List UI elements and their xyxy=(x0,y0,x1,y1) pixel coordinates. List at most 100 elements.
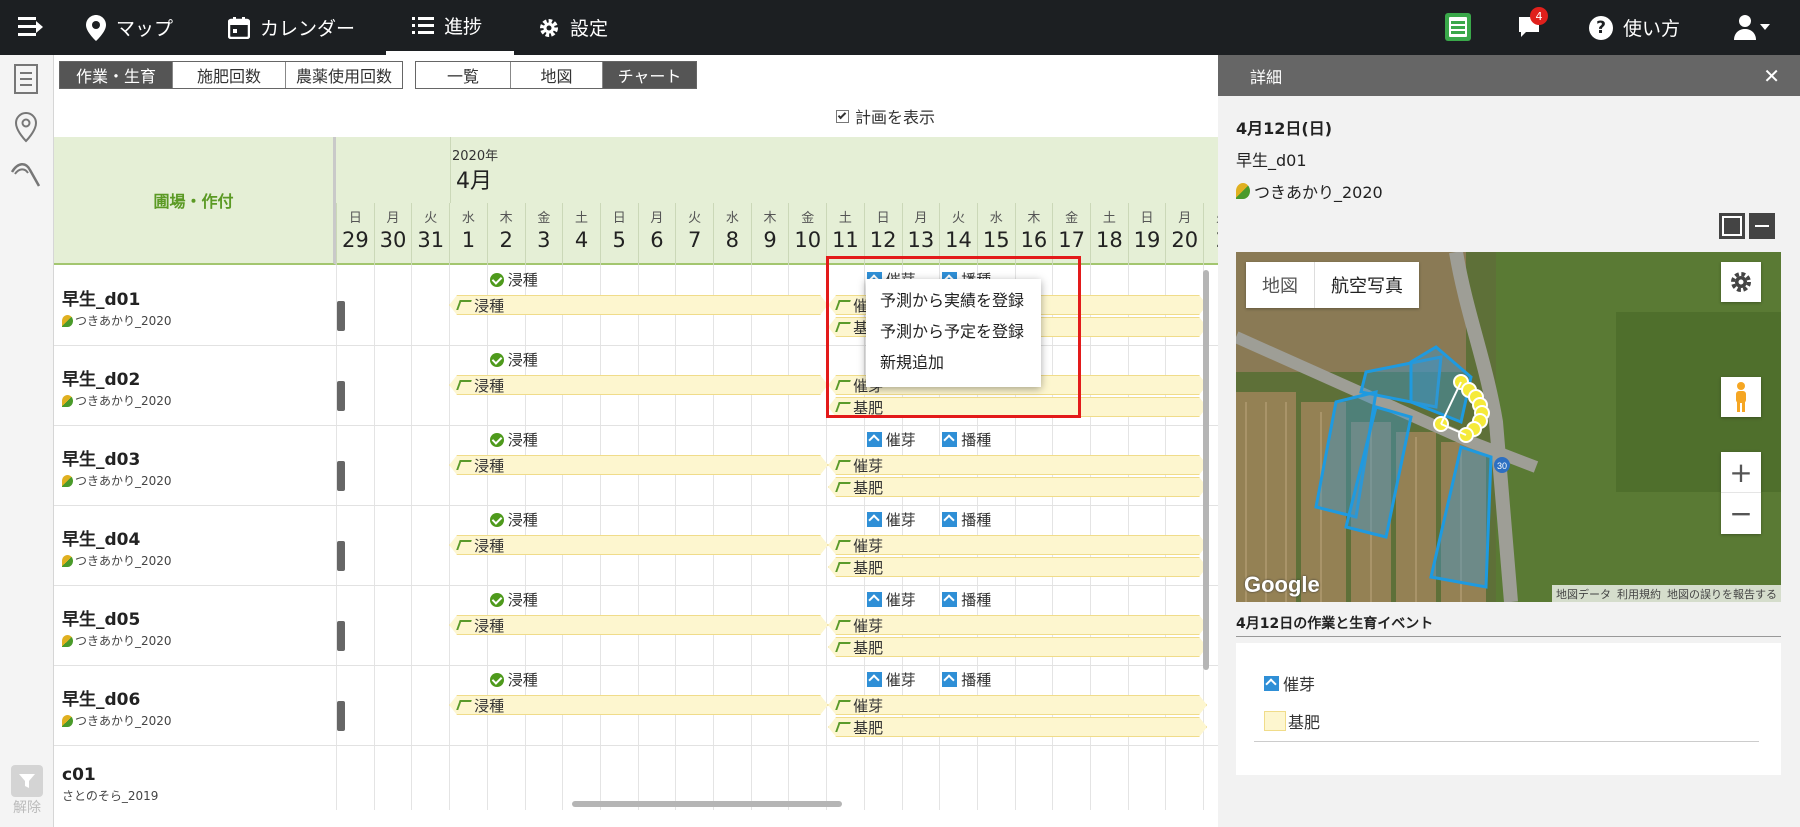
field-label[interactable]: 早生_d06 つきあかり_2020 xyxy=(62,685,172,729)
report-error-link[interactable]: 地図の誤りを報告する xyxy=(1667,586,1777,602)
menu-toggle-icon[interactable] xyxy=(18,16,44,38)
expand-icon[interactable] xyxy=(1719,213,1745,239)
day-column[interactable]: 水8 xyxy=(713,203,751,265)
record-book-icon[interactable] xyxy=(1445,13,1471,41)
event-soak-done[interactable]: 浸種 xyxy=(489,589,538,610)
location-pin-icon[interactable] xyxy=(10,109,42,145)
view-chart[interactable]: チャート xyxy=(603,62,696,88)
map-data-link[interactable]: 地図データ xyxy=(1556,586,1611,602)
nav-settings[interactable]: 設定 xyxy=(538,0,608,55)
event-sow[interactable]: 播種 xyxy=(942,429,991,450)
toggle-pesticide-count[interactable]: 農薬使用回数 xyxy=(286,62,402,88)
view-map[interactable]: 地図 xyxy=(511,62,603,88)
event-sow[interactable]: 播種 xyxy=(942,669,991,690)
day-column[interactable]: 月 30 xyxy=(373,203,412,265)
messages-button[interactable]: 4 xyxy=(1517,7,1548,39)
field-label[interactable]: c01 さとのそら_2019 xyxy=(62,765,158,804)
event-sow[interactable]: 播種 xyxy=(942,509,991,530)
row-drag-handle[interactable] xyxy=(337,621,345,651)
day-column[interactable]: 金 10 xyxy=(788,203,826,265)
help-link[interactable]: ? 使い方 xyxy=(1589,0,1680,55)
row-drag-handle[interactable] xyxy=(337,381,345,411)
map-tab-satellite[interactable]: 航空写真 xyxy=(1315,262,1419,308)
task-bar-basal[interactable]: 基肥 xyxy=(828,557,1207,577)
close-icon[interactable]: ✕ xyxy=(1763,64,1780,88)
toggle-work-growth[interactable]: 作業・生育 xyxy=(60,62,173,88)
day-column[interactable]: 日5 xyxy=(599,203,638,265)
day-column[interactable]: 土 11 xyxy=(826,203,864,265)
collapse-icon[interactable] xyxy=(1749,213,1775,239)
task-bar-soak[interactable]: 浸種 xyxy=(449,295,828,315)
map-view[interactable]: 30 地図 航空写真 + − Google 地図データ 利用規約 地図の誤りを報… xyxy=(1236,252,1781,602)
task-bar-basal[interactable]: 基肥 xyxy=(828,717,1207,737)
row-drag-handle[interactable] xyxy=(337,541,345,571)
day-column[interactable]: 火 14 xyxy=(939,203,977,265)
event-soak-done[interactable]: 浸種 xyxy=(489,509,538,530)
field-label[interactable]: 早生_d02 つきあかり_2020 xyxy=(62,365,172,409)
task-bar-sprout[interactable]: 催芽 xyxy=(828,535,1207,555)
event-sprout[interactable]: 催芽 xyxy=(866,509,916,530)
vertical-scrollbar[interactable] xyxy=(1203,270,1209,670)
map-tab-map[interactable]: 地図 xyxy=(1246,262,1315,308)
nav-progress[interactable]: 進捗 xyxy=(386,0,514,55)
task-bar-soak[interactable]: 浸種 xyxy=(449,535,828,555)
event-soak-done[interactable]: 浸種 xyxy=(489,669,538,690)
nav-calendar[interactable]: カレンダー xyxy=(228,0,355,55)
toggle-fertilizer-count[interactable]: 施肥回数 xyxy=(173,62,286,88)
day-column[interactable]: 金3 xyxy=(524,203,563,265)
day-column[interactable]: 水 15 xyxy=(976,203,1015,265)
day-column[interactable]: 月 20 xyxy=(1165,203,1203,265)
row-drag-handle[interactable] xyxy=(337,701,345,731)
day-column[interactable]: 日 19 xyxy=(1127,203,1166,265)
task-bar-soak[interactable]: 浸種 xyxy=(449,455,828,475)
task-bar-soak[interactable]: 浸種 xyxy=(449,695,828,715)
show-plan-checkbox[interactable] xyxy=(836,109,849,123)
day-column[interactable]: 木2 xyxy=(486,203,525,265)
row-drag-handle[interactable] xyxy=(337,301,345,331)
field-label[interactable]: 早生_d01 つきあかり_2020 xyxy=(62,285,172,329)
street-view-button[interactable] xyxy=(1721,377,1761,417)
filter-clear-button[interactable]: 解除 xyxy=(9,765,45,821)
event-soak-done[interactable]: 浸種 xyxy=(489,269,538,290)
show-plan-option[interactable]: 計画を表示 xyxy=(836,104,935,128)
field-label[interactable]: 早生_d04 つきあかり_2020 xyxy=(62,525,172,569)
task-bar-basal[interactable]: 基肥 xyxy=(828,397,1207,417)
register-actual-from-forecast[interactable]: 予測から実績を登録 xyxy=(866,285,1041,316)
event-soak-done[interactable]: 浸種 xyxy=(489,349,538,370)
zoom-out-icon[interactable]: − xyxy=(1721,493,1761,533)
terms-link[interactable]: 利用規約 xyxy=(1617,586,1661,602)
day-column[interactable]: 金 17 xyxy=(1052,203,1090,265)
day-column[interactable]: 日 29 xyxy=(336,203,374,265)
day-column[interactable]: 土4 xyxy=(562,203,600,265)
path-tool-icon[interactable] xyxy=(10,155,42,191)
day-column[interactable]: 土 18 xyxy=(1090,203,1128,265)
horizontal-scrollbar[interactable] xyxy=(572,801,842,807)
day-column[interactable]: 火7 xyxy=(675,203,713,265)
user-menu-button[interactable] xyxy=(1733,14,1773,40)
task-bar-sprout[interactable]: 催芽 xyxy=(828,615,1207,635)
task-bar-basal[interactable]: 基肥 xyxy=(828,637,1207,657)
day-column[interactable]: 火2 xyxy=(1203,203,1218,265)
day-column[interactable]: 火 31 xyxy=(411,203,449,265)
map-settings-button[interactable] xyxy=(1721,262,1761,302)
register-plan-from-forecast[interactable]: 予測から予定を登録 xyxy=(866,316,1041,347)
day-column[interactable]: 月6 xyxy=(637,203,676,265)
event-sprout[interactable]: 催芽 xyxy=(866,589,916,610)
event-sprout[interactable]: 催芽 xyxy=(866,429,916,450)
task-bar-soak[interactable]: 浸種 xyxy=(449,615,828,635)
event-sow[interactable]: 播種 xyxy=(942,589,991,610)
task-bar-soak[interactable]: 浸種 xyxy=(449,375,828,395)
task-bar-basal[interactable]: 基肥 xyxy=(828,477,1207,497)
event-soak-done[interactable]: 浸種 xyxy=(489,429,538,450)
zoom-in-icon[interactable]: + xyxy=(1721,452,1761,493)
day-column[interactable]: 日 12 xyxy=(863,203,902,265)
row-drag-handle[interactable] xyxy=(337,461,345,491)
field-label[interactable]: 早生_d03 つきあかり_2020 xyxy=(62,445,172,489)
document-icon[interactable] xyxy=(10,61,42,97)
event-sprout[interactable]: 催芽 xyxy=(866,669,916,690)
day-column[interactable]: 水1 xyxy=(449,203,487,265)
day-column[interactable]: 木 16 xyxy=(1014,203,1053,265)
field-label[interactable]: 早生_d05 つきあかり_2020 xyxy=(62,605,172,649)
task-bar-sprout[interactable]: 催芽 xyxy=(828,695,1207,715)
day-column[interactable]: 月 13 xyxy=(901,203,940,265)
